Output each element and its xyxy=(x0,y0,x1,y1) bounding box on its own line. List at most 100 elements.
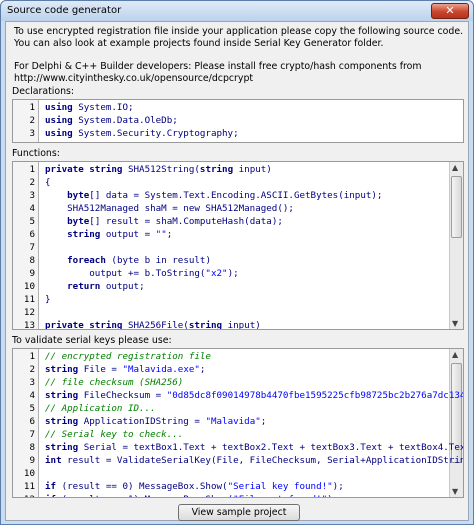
validate-scrollbar[interactable]: ▲ ▼ xyxy=(449,349,463,497)
code-token: private string xyxy=(45,320,123,330)
code-token: int xyxy=(45,455,62,466)
code-token: (result == 0) MessageBox.Show( xyxy=(56,481,228,492)
code-token: // encrypted registration file xyxy=(45,351,211,362)
code-token: byte xyxy=(67,216,90,227)
code-token: SHA512Managed shaM = new SHA512Managed()… xyxy=(45,203,294,214)
line-number: 5 xyxy=(29,403,35,414)
line-number: 10 xyxy=(23,281,35,292)
code-token: "Malavida.exe" xyxy=(122,364,200,375)
code-token: ; xyxy=(199,364,206,375)
view-sample-project-button[interactable]: View sample project xyxy=(178,504,300,521)
code-token: if xyxy=(45,481,57,492)
line-number: 9 xyxy=(29,268,35,279)
code-token: ApplicationIDString = xyxy=(78,416,206,427)
line-number: 1 xyxy=(29,164,35,175)
line-number: 9 xyxy=(29,455,35,466)
line-number: 1 xyxy=(29,351,35,362)
declarations-label: Declarations: xyxy=(12,86,75,97)
functions-code-editor[interactable]: ▲ ▼ 1 private string SHA512String(string … xyxy=(12,161,464,330)
code-token: ; xyxy=(166,229,173,240)
code-text: // encrypted registration file xyxy=(45,350,211,363)
close-button[interactable]: ✕ xyxy=(431,3,469,19)
intro-instructions: To use encrypted registration file insid… xyxy=(14,26,464,49)
code-token: ; xyxy=(260,416,267,427)
code-text: using System.IO; xyxy=(45,101,134,114)
code-token: "x2" xyxy=(205,268,228,279)
code-text: using System.Data.OleDb; xyxy=(45,114,178,127)
code-text: if (result == -1) MessageBox.Show("File … xyxy=(45,493,338,497)
line-number: 7 xyxy=(29,429,35,440)
functions-label: Functions: xyxy=(12,148,60,159)
code-token: "Malavida" xyxy=(205,416,261,427)
code-token: "File not found!" xyxy=(233,494,327,497)
code-token: "" xyxy=(155,229,167,240)
line-number: 6 xyxy=(29,229,35,240)
scroll-up-icon[interactable]: ▲ xyxy=(452,163,458,172)
code-token: output = xyxy=(100,229,156,240)
scroll-up-icon[interactable]: ▲ xyxy=(452,350,458,359)
line-number: 1 xyxy=(29,102,35,113)
title-bar[interactable]: Source code generator ✕ xyxy=(1,1,473,21)
functions-scrollbar[interactable]: ▲ ▼ xyxy=(449,162,463,329)
validate-label: To validate serial keys please use: xyxy=(12,335,172,346)
code-text: // Application ID... xyxy=(45,402,156,415)
code-token: [] result = shaM.ComputeHash(data); xyxy=(89,216,283,227)
scroll-down-icon[interactable]: ▼ xyxy=(452,487,458,496)
validate-code-editor[interactable]: ▲ ▼ 1 // encrypted registration file 2 stri… xyxy=(12,348,464,498)
code-text: string File = "Malavida.exe"; xyxy=(45,363,205,376)
line-number: 12 xyxy=(23,307,35,318)
line-number: 6 xyxy=(29,416,35,427)
line-number: 8 xyxy=(29,255,35,266)
code-token: ); xyxy=(327,494,338,497)
code-text: foreach (byte b in result) xyxy=(45,254,211,267)
code-text: private string SHA512String(string input… xyxy=(45,163,272,176)
line-number: 7 xyxy=(29,242,35,253)
code-text: int result = ValidateSerialKey(File, Fil… xyxy=(45,454,463,467)
code-token: System.Security.Cryptography; xyxy=(72,128,239,139)
code-token: string xyxy=(45,364,79,375)
line-number: 13 xyxy=(23,320,35,330)
scroll-down-icon[interactable]: ▼ xyxy=(452,319,458,328)
intro-text: To use encrypted registration file insid… xyxy=(14,26,464,85)
client-area: To use encrypted registration file insid… xyxy=(5,21,469,521)
declarations-code-editor[interactable]: 1 using System.IO; 2 using System.Data.OleD… xyxy=(12,99,464,143)
code-token: private string xyxy=(45,164,123,175)
code-text: SHA512Managed shaM = new SHA512Managed()… xyxy=(45,202,294,215)
code-token: string xyxy=(188,320,223,330)
line-number: 12 xyxy=(13,493,35,497)
code-text: // file checksum (SHA256) xyxy=(45,376,183,389)
code-token: using xyxy=(45,102,73,113)
code-token: string xyxy=(45,390,79,401)
code-token: [] data = System.Text.Encoding.ASCII.Get… xyxy=(89,190,383,201)
code-token: Serial = textBox1.Text + textBox2.Text +… xyxy=(78,442,464,453)
code-token: "0d85dc8f09014978b4470fbe1595225cfb98725… xyxy=(166,390,464,401)
code-text: } xyxy=(45,293,51,306)
close-icon: ✕ xyxy=(445,4,455,17)
window-title: Source code generator xyxy=(7,5,122,16)
code-text: string output = ""; xyxy=(45,228,172,241)
code-token: // file checksum (SHA256) xyxy=(45,377,184,388)
line-number: 3 xyxy=(29,190,35,201)
code-token: System.Data.OleDb; xyxy=(72,115,178,126)
intro-url: http://www.cityinthesky.co.uk/opensource… xyxy=(14,73,254,84)
line-number: 5 xyxy=(29,216,35,227)
code-text: string FileChecksum = "0d85dc8f09014978b… xyxy=(45,389,464,402)
code-token: File = xyxy=(78,364,123,375)
code-token: (result == -1) MessageBox.Show( xyxy=(56,494,233,497)
code-token: using xyxy=(45,115,73,126)
code-token: "Serial key found!" xyxy=(227,481,333,492)
code-token: if xyxy=(45,494,56,497)
code-text: private string SHA256File(string input) xyxy=(45,319,261,330)
line-number: 2 xyxy=(29,364,35,375)
code-token: input) xyxy=(233,164,272,175)
code-token: string xyxy=(45,442,79,453)
code-token: byte xyxy=(67,190,90,201)
code-token: // Application ID... xyxy=(45,403,156,414)
scrollbar-thumb[interactable] xyxy=(451,176,462,238)
code-token: ); xyxy=(332,481,344,492)
line-number: 11 xyxy=(23,294,35,305)
code-token: System.IO; xyxy=(72,102,134,113)
code-token: return xyxy=(67,281,101,292)
